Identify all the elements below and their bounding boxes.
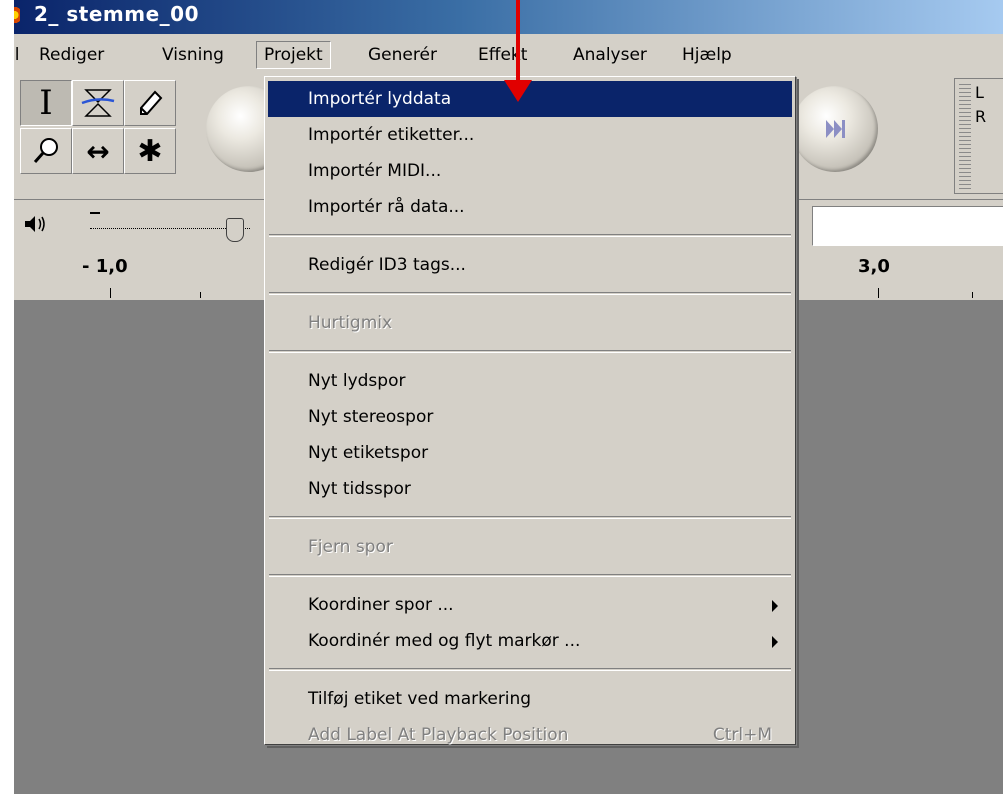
annotation-arrow-icon xyxy=(504,80,532,102)
menu-item-new-label-track[interactable]: Nyt etiketspor xyxy=(268,435,792,471)
menu-item-label: Koordinér med og flyt markør ... xyxy=(308,631,581,651)
multi-tool-icon: ✱ xyxy=(137,133,163,169)
menu-item-edit-id3[interactable]: Redigér ID3 tags... xyxy=(268,247,792,283)
menu-hjaelp[interactable]: Hjælp xyxy=(682,42,732,68)
menu-item-shortcut: Ctrl+M xyxy=(712,725,772,745)
submenu-arrow-icon xyxy=(772,636,778,648)
menu-bar: il Rediger Visning Projekt Generér Effek… xyxy=(14,34,1003,76)
menu-analyser[interactable]: Analyser xyxy=(573,42,647,68)
menu-item-new-stereo-track[interactable]: Nyt stereospor xyxy=(268,399,792,435)
pencil-icon xyxy=(140,90,163,115)
skip-to-end-button[interactable] xyxy=(792,86,878,172)
envelope-icon xyxy=(81,89,115,117)
menu-generer[interactable]: Generér xyxy=(368,42,437,68)
meter-right-label: R xyxy=(975,107,987,126)
selection-field[interactable] xyxy=(812,206,1003,246)
annotation-arrow-shaft xyxy=(516,0,520,82)
menu-item-quick-mix: Hurtigmix xyxy=(308,313,393,333)
menu-item-label: Add Label At Playback Position xyxy=(308,725,569,745)
ruler-minor-tick xyxy=(972,292,973,298)
menu-item-label: Koordiner spor ... xyxy=(308,595,454,615)
app-icon xyxy=(14,7,20,23)
slider-thumb[interactable] xyxy=(226,218,244,242)
selection-tool-button[interactable]: I xyxy=(20,80,72,126)
ruler-label-start: - 1,0 xyxy=(82,256,128,277)
magnifier-icon xyxy=(33,138,58,163)
level-meter[interactable]: L R xyxy=(954,78,1003,194)
menu-file[interactable]: il xyxy=(14,42,19,68)
submenu-arrow-icon xyxy=(772,600,778,612)
draw-tool-button[interactable] xyxy=(124,80,176,126)
menu-separator xyxy=(269,574,791,577)
timeshift-tool-button[interactable]: ↔ xyxy=(72,128,124,174)
ruler-major-tick xyxy=(110,288,111,298)
menu-effekt[interactable]: Effekt xyxy=(478,42,527,68)
slider-min-mark xyxy=(90,212,100,214)
menu-item-add-label-at-selection[interactable]: Tilføj etiket ved markering xyxy=(268,681,792,717)
menu-item-remove-tracks: Fjern spor xyxy=(308,537,393,557)
menu-item-align-and-move-cursor[interactable]: Koordinér med og flyt markør ... xyxy=(268,623,792,659)
title-bar[interactable]: 2_ stemme_00 xyxy=(14,0,1003,34)
menu-separator xyxy=(269,668,791,671)
menu-item-new-audio-track[interactable]: Nyt lydspor xyxy=(268,363,792,399)
skip-end-icon xyxy=(826,120,845,138)
window-title: 2_ stemme_00 xyxy=(34,2,199,26)
meter-left-label: L xyxy=(975,83,984,102)
menu-separator xyxy=(269,350,791,353)
menu-item-import-raw[interactable]: Importér rå data... xyxy=(268,189,792,225)
menu-separator xyxy=(269,234,791,237)
menu-separator xyxy=(269,516,791,519)
timeshift-arrow-icon: ↔ xyxy=(86,134,110,168)
app-window: 2_ stemme_00 il Rediger Visning Projekt … xyxy=(14,0,1003,794)
menu-projekt[interactable]: Projekt xyxy=(256,41,331,69)
volume-slider[interactable] xyxy=(90,208,260,242)
menu-item-add-label-at-playback: Add Label At Playback Position Ctrl+M xyxy=(268,717,792,753)
ruler-label-end: 3,0 xyxy=(858,256,890,277)
ruler-major-tick xyxy=(878,288,879,298)
menu-rediger[interactable]: Rediger xyxy=(39,42,104,68)
menu-item-import-labels[interactable]: Importér etiketter... xyxy=(268,117,792,153)
menu-separator xyxy=(269,292,791,295)
projekt-dropdown-menu: Importér lyddata Importér etiketter... I… xyxy=(264,76,796,745)
multi-tool-button[interactable]: ✱ xyxy=(124,128,176,174)
menu-visning[interactable]: Visning xyxy=(162,42,224,68)
meter-handle[interactable] xyxy=(959,81,971,189)
menu-item-align-tracks[interactable]: Koordiner spor ... xyxy=(268,587,792,623)
selection-tool-icon: I xyxy=(39,83,53,123)
menu-item-import-midi[interactable]: Importér MIDI... xyxy=(268,153,792,189)
speaker-icon xyxy=(25,216,45,232)
ruler-minor-tick xyxy=(200,292,201,298)
envelope-tool-button[interactable] xyxy=(72,80,124,126)
zoom-tool-button[interactable] xyxy=(20,128,72,174)
menu-item-new-time-track[interactable]: Nyt tidsspor xyxy=(268,471,792,507)
